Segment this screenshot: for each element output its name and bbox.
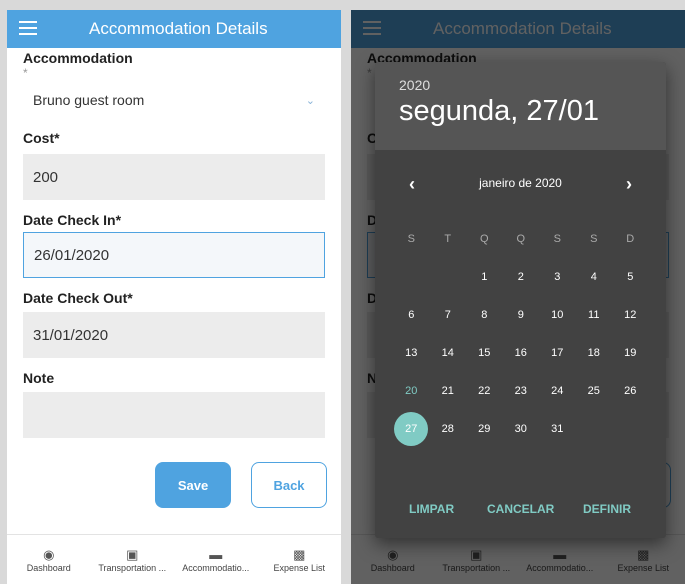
chevron-down-icon: ⌄ (305, 94, 315, 107)
calendar-day[interactable]: 10 (539, 300, 576, 330)
nav-item-transportation[interactable]: ▣ Transportation ... (91, 535, 175, 584)
weekday-header-row: STQQSSD (393, 220, 649, 258)
calendar-week-row: 6 7 8 9 10 11 12 (393, 296, 649, 334)
calendar-day[interactable]: 15 (466, 338, 503, 368)
date-picker-year[interactable]: 2020 (399, 77, 666, 93)
calendar-day[interactable]: 9 (503, 300, 540, 330)
calendar-grid: S T Q Q S S D 1 2 3 4 5 6 7 8 9 10 11 12 13 14 15 16 17 18 19 20 21… (393, 220, 649, 448)
calendar-day[interactable]: 18 (576, 338, 613, 368)
calendar-day[interactable]: 3 (539, 262, 576, 292)
calendar-day[interactable]: 13 (393, 338, 430, 368)
save-button[interactable]: Save (155, 462, 231, 508)
money-icon: ▩ (293, 546, 306, 562)
calendar-empty-cell (612, 414, 649, 444)
calendar-day[interactable]: 30 (503, 414, 540, 444)
calendar-day[interactable]: 27 (393, 412, 430, 446)
date-picker-header: 2020 segunda, 27/01 (375, 62, 666, 150)
calendar-day[interactable]: 12 (612, 300, 649, 330)
calendar-empty-cell (430, 262, 467, 292)
weekday-label: S (590, 233, 598, 245)
calendar-day[interactable]: 11 (576, 300, 613, 330)
calendar-day[interactable]: 8 (466, 300, 503, 330)
back-button[interactable]: Back (251, 462, 327, 508)
note-field[interactable] (23, 392, 325, 438)
clear-button[interactable]: LIMPAR (409, 502, 454, 516)
bed-icon: ▬ (209, 546, 223, 562)
calendar-day[interactable]: 7 (430, 300, 467, 330)
nav-label: Expense List (273, 562, 326, 573)
nav-label: Dashboard (26, 562, 71, 573)
form-screen: Accommodation Details Accommodation * Br… (7, 10, 341, 584)
checkout-label: Date Check Out* (23, 290, 133, 306)
transport-icon: ▣ (126, 546, 139, 562)
calendar-day[interactable]: 22 (466, 376, 503, 406)
ok-button[interactable]: DEFINIR (583, 502, 631, 516)
calendar-day[interactable]: 21 (430, 376, 467, 406)
calendar-day[interactable]: 31 (539, 414, 576, 444)
cost-label: Cost* (23, 130, 60, 146)
calendar-day[interactable]: 17 (539, 338, 576, 368)
chevron-right-icon[interactable]: › (626, 174, 632, 195)
weekday-label: Q (516, 233, 526, 245)
weekday-label: S (553, 233, 561, 245)
checkin-field[interactable]: 26/01/2020 (23, 232, 325, 278)
checkout-field[interactable]: 31/01/2020 (23, 312, 325, 358)
calendar-day[interactable]: 20 (393, 376, 430, 406)
weekday-label: D (626, 233, 635, 245)
calendar-day[interactable]: 29 (466, 414, 503, 444)
nav-label: Transportation ... (98, 562, 167, 573)
dashboard-icon: ◉ (43, 546, 55, 562)
cancel-button[interactable]: CANCELAR (487, 502, 554, 516)
calendar-day[interactable]: 5 (612, 262, 649, 292)
nav-label: Accommodatio... (182, 562, 250, 573)
calendar-day[interactable]: 28 (430, 414, 467, 444)
bottom-navigation: ◉ Dashboard ▣ Transportation ... ▬ Accom… (7, 534, 341, 584)
calendar-day[interactable]: 25 (576, 376, 613, 406)
note-label: Note (23, 370, 55, 386)
nav-item-dashboard[interactable]: ◉ Dashboard (7, 535, 91, 584)
weekday-label: T (444, 233, 452, 245)
calendar-day[interactable]: 23 (503, 376, 540, 406)
accommodation-select-value: Bruno guest room (33, 92, 145, 108)
datepicker-screen: Accommodation Details Accommodation * Br… (351, 10, 685, 584)
calendar-month-label: janeiro de 2020 (479, 176, 562, 190)
menu-icon[interactable] (19, 21, 37, 35)
weekday-label: S (407, 233, 415, 245)
calendar-week-row: 27 28 29 30 31 (393, 410, 649, 448)
calendar-empty-cell (393, 262, 430, 292)
calendar-day[interactable]: 1 (466, 262, 503, 292)
calendar-day[interactable]: 2 (503, 262, 540, 292)
calendar-day[interactable]: 26 (612, 376, 649, 406)
calendar-day[interactable]: 24 (539, 376, 576, 406)
date-picker-dialog: 2020 segunda, 27/01 ‹ janeiro de 2020 › … (375, 62, 666, 538)
accommodation-select[interactable]: Bruno guest room ⌄ (23, 80, 325, 120)
nav-item-expense-list[interactable]: ▩ Expense List (258, 535, 342, 584)
calendar-week-row: 12345 (393, 258, 649, 296)
cost-field[interactable]: 200 (23, 154, 325, 200)
calendar-day[interactable]: 6 (393, 300, 430, 330)
selected-day-marker: 27 (394, 412, 429, 446)
date-picker-actions: LIMPAR CANCELAR DEFINIR (375, 478, 666, 538)
nav-item-accommodation[interactable]: ▬ Accommodatio... (174, 535, 258, 584)
checkin-label: Date Check In* (23, 212, 122, 228)
calendar-week-row: 13 14 15 16 17 18 19 (393, 334, 649, 372)
accommodation-required-mark: * (23, 66, 28, 80)
app-bar: Accommodation Details (7, 10, 341, 48)
accommodation-form: Accommodation * Bruno guest room ⌄ Cost*… (7, 48, 341, 438)
calendar-day[interactable]: 4 (576, 262, 613, 292)
accommodation-label: Accommodation (23, 50, 133, 66)
calendar-day[interactable]: 19 (612, 338, 649, 368)
calendar-day[interactable]: 14 (430, 338, 467, 368)
calendar-week-row: 20 21 22 23 24 25 26 (393, 372, 649, 410)
weekday-label: Q (479, 233, 489, 245)
calendar-day[interactable]: 16 (503, 338, 540, 368)
date-picker-selected-date: segunda, 27/01 (399, 95, 599, 127)
calendar-month-nav: ‹ janeiro de 2020 › (375, 174, 666, 194)
calendar-empty-cell (576, 414, 613, 444)
page-title: Accommodation Details (89, 19, 268, 38)
